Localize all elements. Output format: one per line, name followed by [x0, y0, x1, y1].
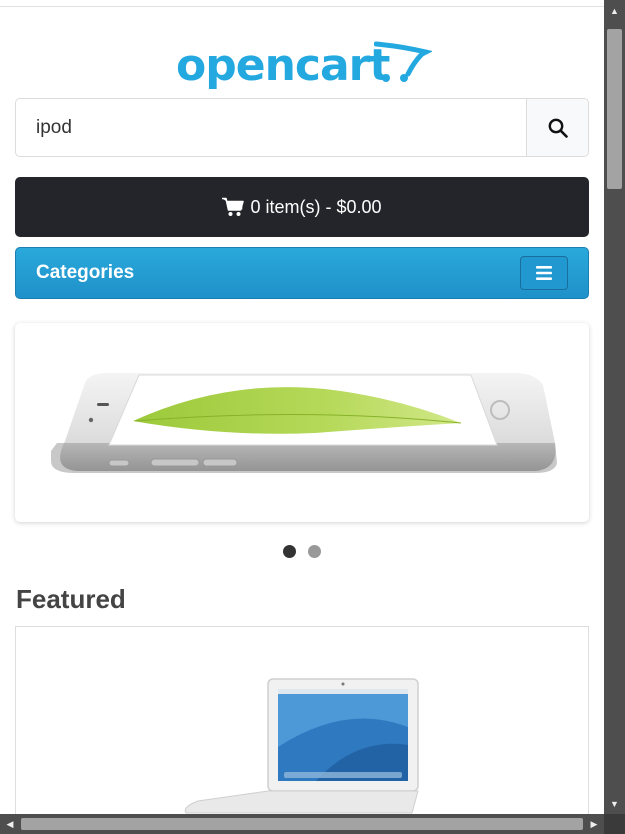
- search-bar: [15, 98, 589, 157]
- shopping-cart-icon: [222, 197, 245, 217]
- macbook-product-image: [184, 678, 419, 814]
- opencart-logo[interactable]: opencart: [174, 38, 432, 94]
- horizontal-scrollbar[interactable]: ◀ ▶: [0, 814, 604, 834]
- iphone-banner-image: [51, 373, 557, 473]
- cart-total-label: 0 item(s) - $0.00: [250, 196, 382, 217]
- categories-label: Categories: [36, 262, 135, 283]
- horizontal-scroll-thumb[interactable]: [21, 818, 583, 830]
- hamburger-menu-icon: [536, 266, 552, 280]
- menu-toggle-button[interactable]: [520, 256, 568, 290]
- cart-button[interactable]: 0 item(s) - $0.00: [15, 177, 589, 237]
- vertical-scroll-thumb[interactable]: [607, 29, 622, 189]
- search-input[interactable]: [16, 99, 526, 156]
- scroll-right-arrow-icon[interactable]: ▶: [584, 814, 604, 834]
- product-card[interactable]: [15, 626, 589, 814]
- slideshow-banner[interactable]: [15, 323, 589, 522]
- search-icon: [548, 118, 568, 138]
- top-divider: [0, 6, 604, 7]
- logo-text: opencart: [176, 40, 390, 91]
- scroll-down-arrow-icon[interactable]: ▼: [604, 793, 625, 814]
- page-viewport: opencart 0 item(s) - $0.00: [0, 0, 604, 814]
- categories-menu[interactable]: Categories: [15, 247, 589, 299]
- search-button[interactable]: [526, 99, 588, 156]
- slide-dot-1[interactable]: [283, 545, 296, 558]
- slide-dot-2[interactable]: [308, 545, 321, 558]
- scroll-left-arrow-icon[interactable]: ◀: [0, 814, 20, 834]
- featured-heading: Featured: [16, 584, 126, 614]
- slideshow-pagination: [0, 545, 604, 558]
- scrollbar-corner: [604, 814, 625, 834]
- vertical-scrollbar[interactable]: ▲ ▼: [604, 0, 625, 814]
- logo-cart-icon: [374, 41, 432, 82]
- scroll-up-arrow-icon[interactable]: ▲: [604, 0, 625, 21]
